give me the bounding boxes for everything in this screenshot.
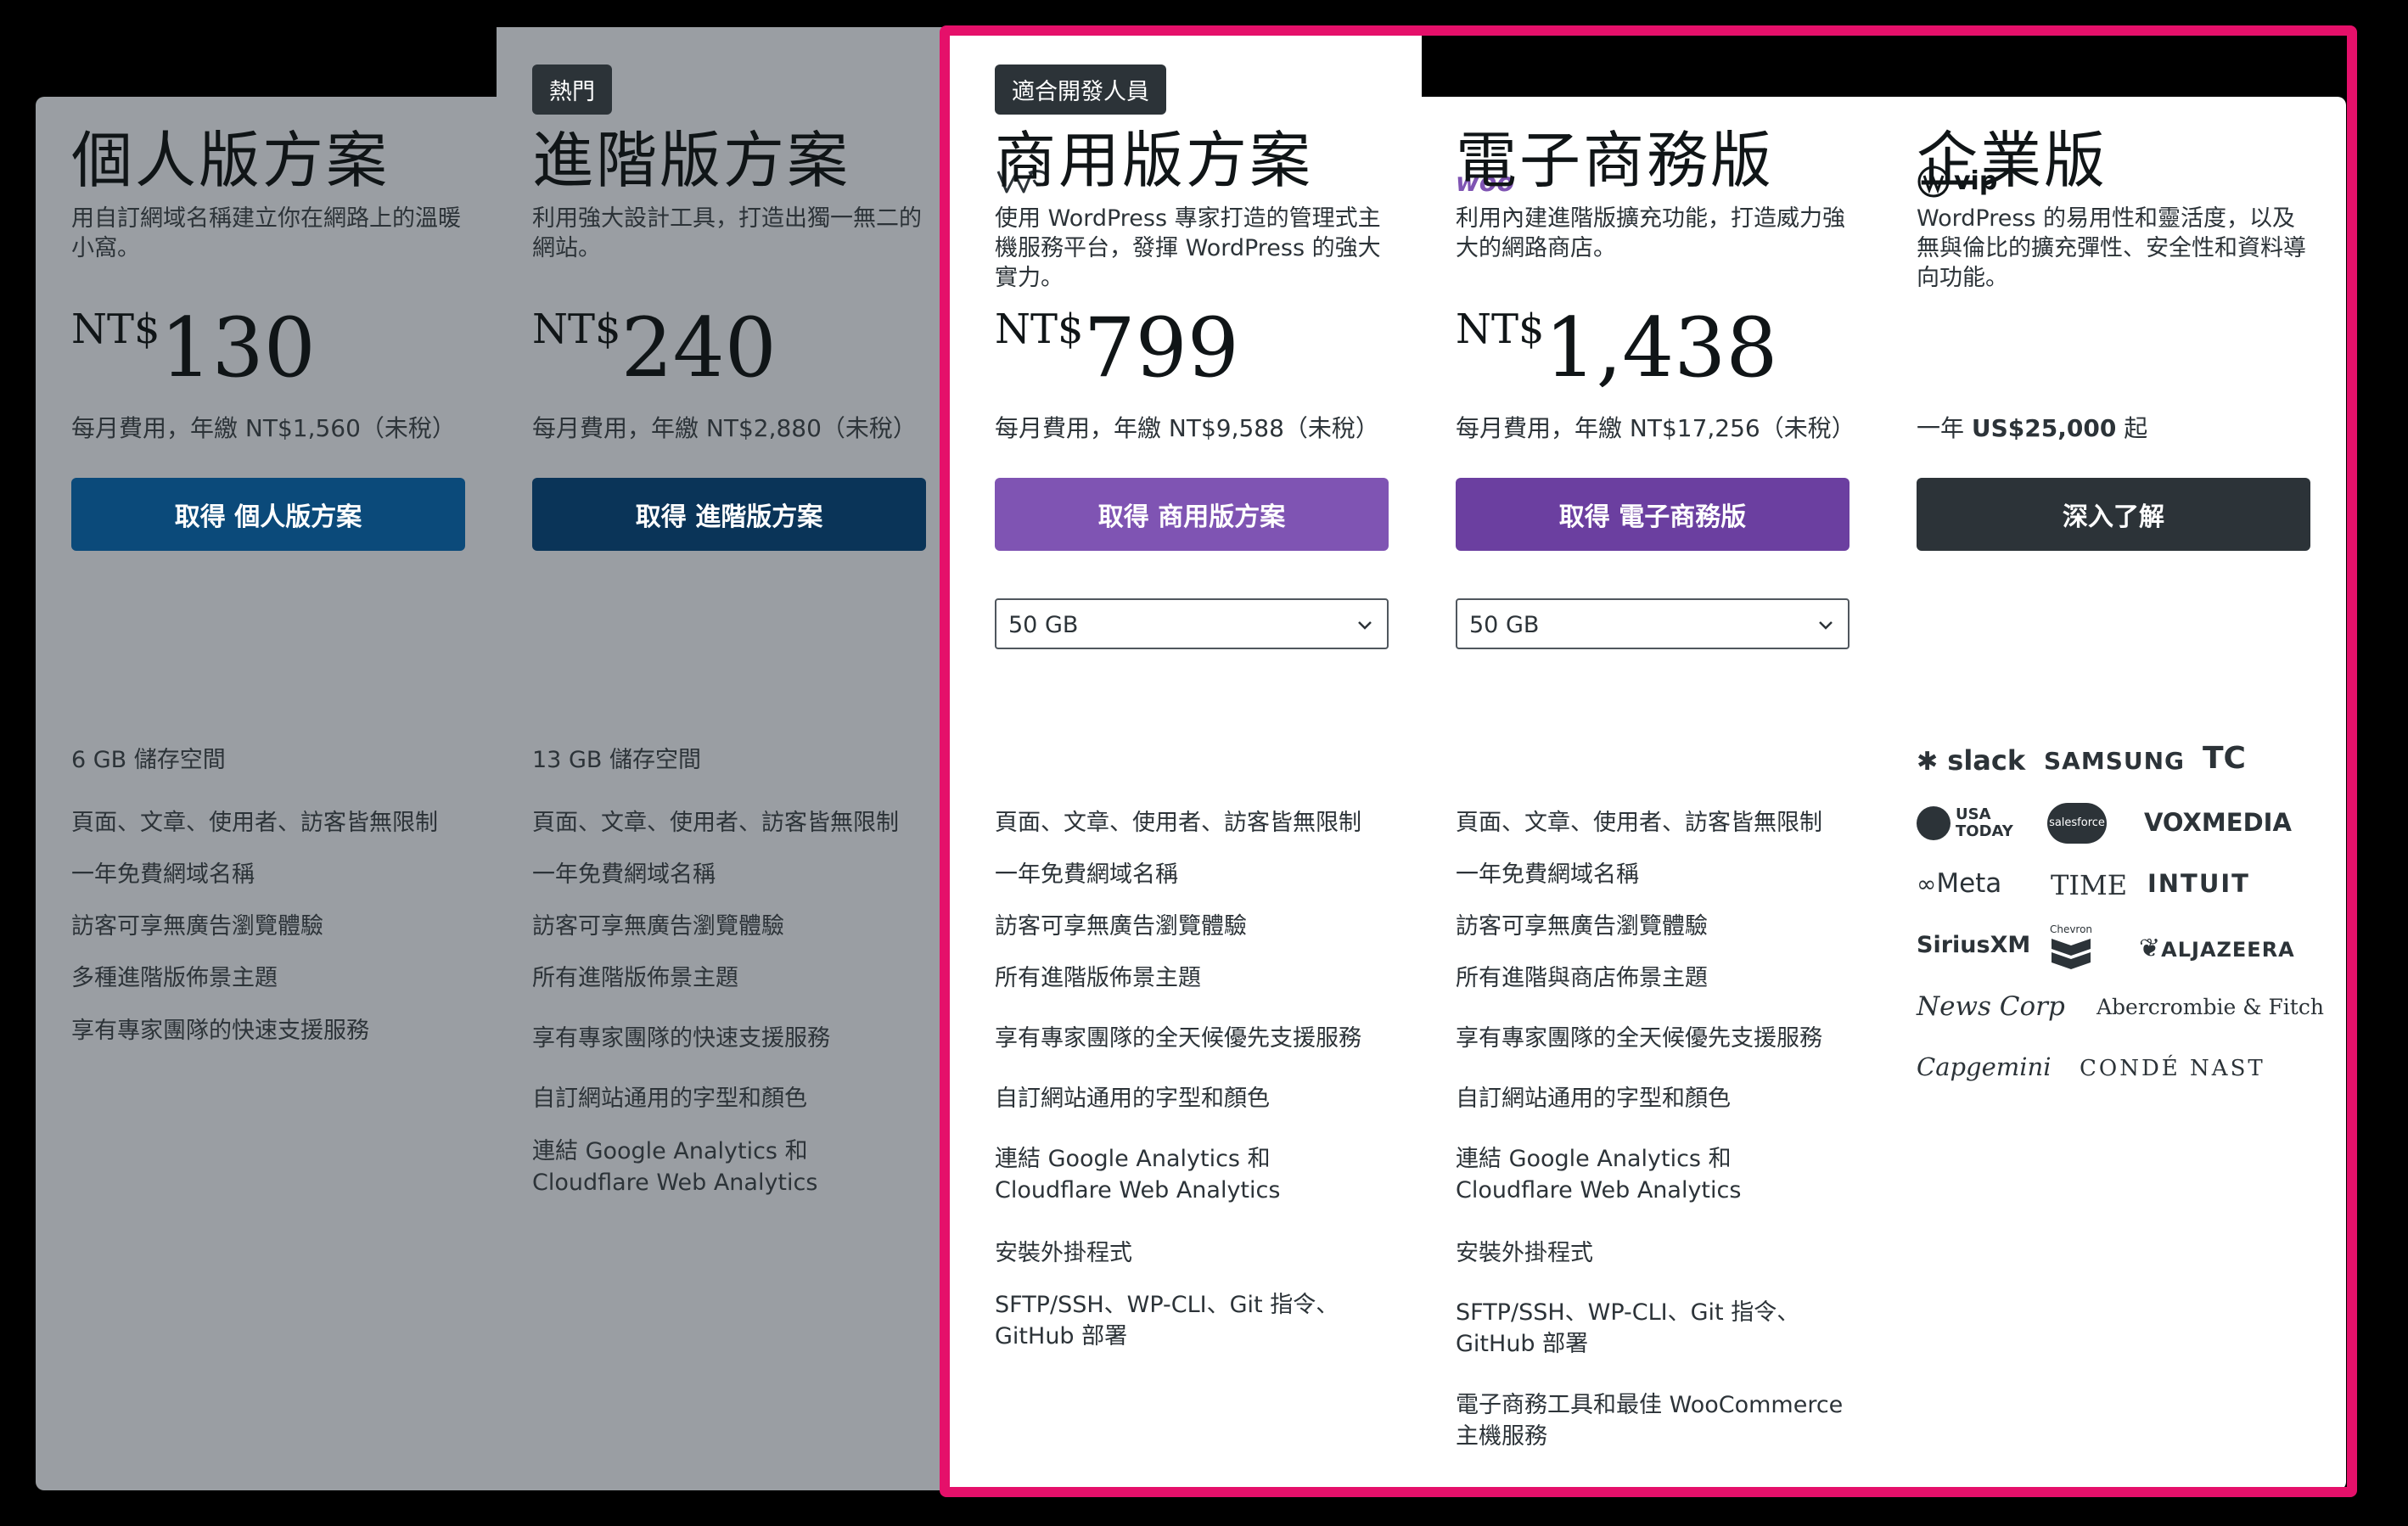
get-personal-plan-button[interactable]: 取得 個人版方案	[71, 478, 465, 551]
plan-description: 利用強大設計工具，打造出獨一無二的網站。	[532, 205, 922, 261]
plan-description: 使用 WordPress 專家打造的管理式主機服務平台，發揮 WordPress…	[995, 205, 1381, 291]
plan-premium: 熱門 進階版方案 利用強大設計工具，打造出獨一無二的網站。 NT$240 每月費…	[497, 27, 944, 1490]
feature-item: 頁面、文章、使用者、訪客皆無限制	[995, 810, 1361, 836]
meta-logo: ∞Meta	[1917, 868, 2002, 899]
feature-item: 頁面、文章、使用者、訪客皆無限制	[71, 810, 438, 836]
feature-item: 頁面、文章、使用者、訪客皆無限制	[532, 810, 899, 836]
plan-enterprise: vip 企業版 WordPress 的易用性和靈活度，以及無與倫比的擴充彈性、安…	[1883, 97, 2346, 1490]
learn-more-button[interactable]: 深入了解	[1917, 478, 2310, 551]
chevron-down-icon	[1819, 621, 1833, 630]
plan-commerce: woo 電子商務版 利用內建進階版擴充功能，打造威力強大的網路商店。 NT$1,…	[1422, 97, 1884, 1490]
feature-item: 自訂網站通用的字型和顏色	[532, 1086, 807, 1112]
capgemini-logo: Capgemini	[1917, 1052, 2052, 1081]
plan-price: NT$799	[995, 300, 1239, 396]
salesforce-logo: salesforce	[2047, 803, 2107, 844]
plan-price: NT$240	[532, 300, 777, 396]
time-logo: TIME	[2051, 869, 2128, 901]
conde-nast-logo: CONDÉ NAST	[2080, 1056, 2265, 1081]
chevron-down-icon	[1358, 621, 1372, 630]
get-premium-plan-button[interactable]: 取得 進階版方案	[532, 478, 926, 551]
plan-title: 進階版方案	[532, 125, 851, 196]
feature-item: 一年免費網域名稱	[532, 861, 716, 888]
plan-price: NT$130	[71, 300, 316, 396]
feature-item: 13 GB 儲存空間	[532, 747, 701, 773]
aljazeera-logo: ❦ALJAZEERA	[2139, 934, 2295, 963]
usa-today-logo: USA TODAY	[1956, 805, 2013, 840]
storage-select[interactable]: 50 GB	[1456, 598, 1850, 649]
abercrombie-logo: Abercrombie & Fitch	[2096, 995, 2324, 1019]
popular-badge: 熱門	[532, 65, 612, 115]
plan-personal: 個人版方案 用自訂網域名稱建立你在網路上的溫暖小窩。 NT$130 每月費用，年…	[36, 97, 498, 1490]
chevron-logo: Chevron	[2046, 923, 2096, 973]
plan-description: WordPress 的易用性和靈活度，以及無與倫比的擴充彈性、安全性和資料導向功…	[1917, 205, 2306, 291]
get-business-plan-button[interactable]: 取得 商用版方案	[995, 478, 1389, 551]
feature-item: 安裝外掛程式	[1456, 1240, 1593, 1266]
feature-item: 所有進階版佈景主題	[532, 965, 738, 991]
plan-title: 個人版方案	[71, 125, 390, 196]
top-notch	[1422, 27, 2346, 97]
feature-item: 多種進階版佈景主題	[71, 965, 278, 991]
chevron-shield-icon	[2052, 939, 2091, 969]
storage-select-value: 50 GB	[1008, 612, 1079, 638]
feature-item: 一年免費網域名稱	[995, 861, 1178, 888]
feature-item: 安裝外掛程式	[995, 1240, 1132, 1266]
samsung-logo: SAMSUNG	[2044, 747, 2186, 775]
feature-item: 頁面、文章、使用者、訪客皆無限制	[1456, 810, 1822, 836]
feature-item: 訪客可享無廣告瀏覽體驗	[995, 913, 1247, 940]
voxmedia-logo: VOXMEDIA	[2144, 808, 2292, 837]
techcrunch-logo: TC	[2203, 741, 2246, 776]
feature-item: 電子商務工具和最佳 WooCommerce 主機服務	[1456, 1392, 1844, 1450]
feature-item: 享有專家團隊的全天候優先支援服務	[1456, 1025, 1822, 1052]
slack-logo: ✱ slack	[1917, 744, 2026, 777]
siriusxm-logo: SiriusXM	[1917, 932, 2031, 958]
plan-price: NT$1,438	[1456, 300, 1778, 396]
feature-item: 一年免費網域名稱	[1456, 861, 1639, 888]
plan-description: 利用內建進階版擴充功能，打造威力強大的網路商店。	[1456, 205, 1845, 261]
feature-item: 享有專家團隊的全天候優先支援服務	[995, 1025, 1361, 1052]
feature-item: 享有專家團隊的快速支援服務	[71, 1018, 369, 1044]
feature-item: 訪客可享無廣告瀏覽體驗	[532, 913, 784, 940]
usa-today-logo-icon	[1917, 806, 1951, 840]
storage-select[interactable]: 50 GB	[995, 598, 1389, 649]
feature-item: 一年免費網域名稱	[71, 861, 255, 888]
price-note: 每月費用，年繳 NT$17,256（未稅）	[1456, 414, 1855, 442]
get-commerce-plan-button[interactable]: 取得 電子商務版	[1456, 478, 1850, 551]
feature-item: SFTP/SSH、WP-CLI、Git 指令、GitHub 部署	[1456, 1299, 1800, 1357]
price-note: 每月費用，年繳 NT$9,588（未稅）	[995, 414, 1379, 442]
feature-item: 連結 Google Analytics 和 Cloudflare Web Ana…	[995, 1146, 1281, 1203]
feature-item: 連結 Google Analytics 和 Cloudflare Web Ana…	[1456, 1146, 1742, 1203]
intuit-logo: INTUIT	[2147, 869, 2250, 898]
plan-business: 適合開發人員 商用版方案 使用 WordPress 專家打造的管理式主機服務平台…	[942, 27, 1423, 1490]
feature-item: 訪客可享無廣告瀏覽體驗	[71, 913, 323, 940]
price-note: 一年 US$25,000 起	[1917, 414, 2148, 442]
feature-item: 連結 Google Analytics 和 Cloudflare Web Ana…	[532, 1138, 818, 1196]
feature-item: 享有專家團隊的快速支援服務	[532, 1025, 830, 1052]
storage-select-value: 50 GB	[1469, 612, 1540, 638]
plan-description: 用自訂網域名稱建立你在網路上的溫暖小窩。	[71, 205, 461, 261]
feature-item: 自訂網站通用的字型和顏色	[995, 1086, 1270, 1112]
news-corp-logo: News Corp	[1917, 991, 2065, 1022]
plan-title: 電子商務版	[1456, 125, 1775, 196]
feature-item: 6 GB 儲存空間	[71, 747, 226, 773]
plan-title: 企業版	[1917, 125, 2108, 196]
plan-title: 商用版方案	[995, 125, 1314, 196]
price-note: 每月費用，年繳 NT$2,880（未稅）	[532, 414, 917, 442]
feature-item: SFTP/SSH、WP-CLI、Git 指令、GitHub 部署	[995, 1292, 1339, 1349]
feature-item: 所有進階與商店佈景主題	[1456, 965, 1708, 991]
feature-item: 訪客可享無廣告瀏覽體驗	[1456, 913, 1708, 940]
developer-badge: 適合開發人員	[995, 65, 1166, 115]
price-note: 每月費用，年繳 NT$1,560（未稅）	[71, 414, 456, 442]
feature-item: 自訂網站通用的字型和顏色	[1456, 1086, 1731, 1112]
feature-item: 所有進階版佈景主題	[995, 965, 1201, 991]
